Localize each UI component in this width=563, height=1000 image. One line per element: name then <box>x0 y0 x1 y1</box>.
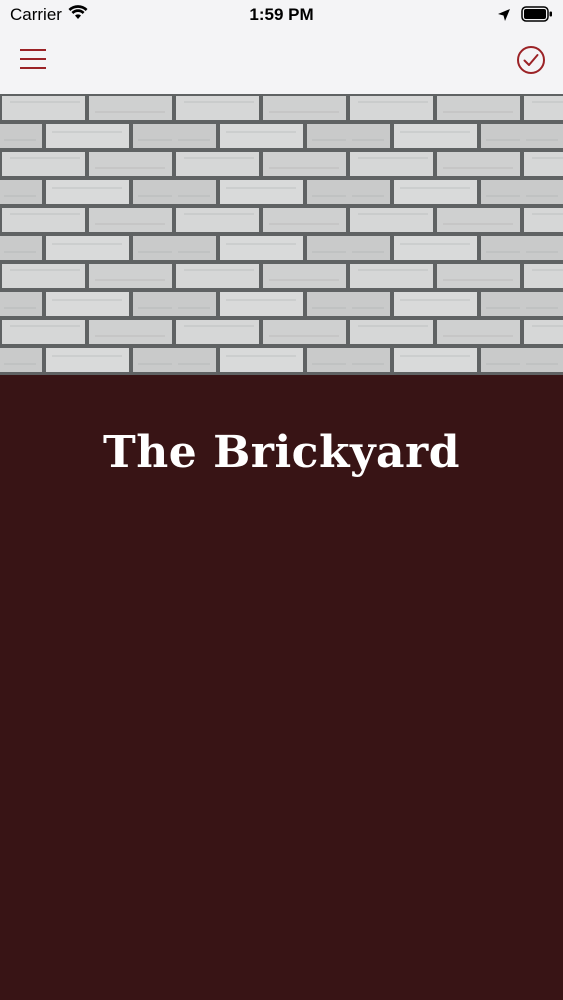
venue-title: The Brickyard <box>103 427 460 478</box>
status-time: 1:59 PM <box>249 5 314 24</box>
location-arrow-icon <box>497 7 511 27</box>
menu-button[interactable] <box>14 44 52 76</box>
status-bar: Carrier 1:59 PM <box>0 0 563 30</box>
nav-bar <box>0 30 563 94</box>
confirm-button[interactable] <box>515 44 547 76</box>
checkmark-circle-icon <box>517 46 545 74</box>
brick-wall-photo <box>0 94 563 375</box>
status-right <box>497 6 553 27</box>
venue-header: The Brickyard <box>0 375 563 1000</box>
app-screen: Carrier 1:59 PM The Brickyard <box>0 0 563 1000</box>
hamburger-menu-icon <box>20 49 46 69</box>
battery-icon <box>521 6 553 27</box>
